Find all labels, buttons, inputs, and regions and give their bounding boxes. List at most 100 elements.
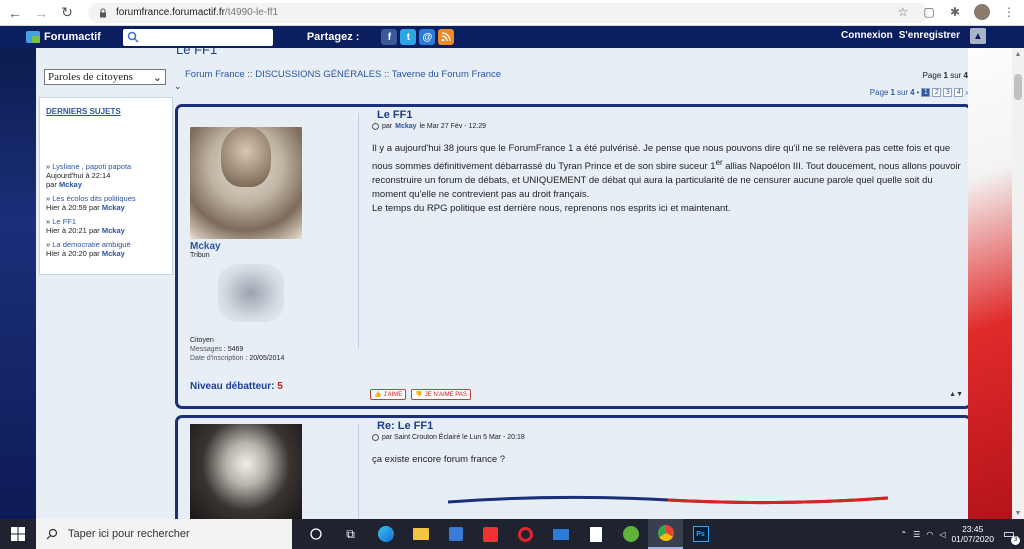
taskbar-search-input[interactable]: Taper ici pour rechercher bbox=[36, 519, 292, 549]
mail-glyph bbox=[552, 528, 569, 540]
user-group: Citoyen bbox=[190, 337, 214, 344]
login-link[interactable]: Connexion bbox=[841, 30, 893, 41]
post-title[interactable]: Re: Le FF1 bbox=[377, 420, 433, 432]
forward-icon[interactable]: → bbox=[30, 2, 52, 24]
user-stats: Citoyen Messages : 5469 Date d'inscripti… bbox=[190, 336, 356, 363]
mail-icon[interactable] bbox=[543, 519, 578, 549]
meta-text: par Saint Crouton Éclairé le Lun 5 Mar -… bbox=[382, 434, 525, 441]
register-link[interactable]: S'enregistrer bbox=[899, 30, 960, 41]
page-button[interactable]: 2 bbox=[932, 88, 942, 97]
twitter-icon[interactable]: t bbox=[400, 29, 417, 45]
topic-user[interactable]: Mckay bbox=[102, 226, 125, 235]
messages-label: Messages bbox=[190, 346, 222, 353]
scroll-top-icon[interactable]: ▲ bbox=[970, 28, 986, 44]
notification-center-icon[interactable]: ▭ 3 bbox=[1000, 525, 1020, 545]
menu-dots-icon[interactable]: ⋮ bbox=[1002, 5, 1016, 19]
dislike-label: JE N'AIME PAS bbox=[424, 391, 467, 398]
clock-date: 01/07/2020 bbox=[951, 534, 994, 544]
bookmark-star-icon[interactable]: ☆ bbox=[896, 5, 910, 19]
post-title[interactable]: Le FF1 bbox=[377, 109, 412, 121]
total-pages: 4 bbox=[910, 88, 915, 97]
edge-icon[interactable] bbox=[368, 519, 403, 549]
topic-link[interactable]: La démocratie ambiguë bbox=[52, 240, 130, 249]
latest-topics-title[interactable]: DERNIERS SUJETS bbox=[46, 107, 172, 116]
document-icon[interactable] bbox=[578, 519, 613, 549]
breadcrumb-category[interactable]: DISCUSSIONS GÉNÉRALES bbox=[255, 69, 381, 80]
latest-topic-item: » Lysliane , papoti papota Aujourd'hui à… bbox=[46, 162, 132, 189]
notification-count: 3 bbox=[1011, 536, 1020, 545]
topic-link[interactable]: Le FF1 bbox=[52, 217, 76, 226]
forum-select[interactable]: Paroles de citoyens ⌄ bbox=[44, 69, 166, 85]
post-author[interactable]: Mckay bbox=[190, 241, 356, 252]
lock-icon bbox=[100, 8, 106, 17]
toolbar-search-input[interactable] bbox=[122, 28, 273, 46]
avatar-face bbox=[221, 127, 271, 187]
extension-icon[interactable]: ▢ bbox=[922, 5, 936, 19]
clock-icon bbox=[372, 123, 379, 130]
file-explorer-icon[interactable] bbox=[403, 519, 438, 549]
profile-avatar[interactable] bbox=[974, 4, 990, 20]
facebook-icon[interactable]: f bbox=[381, 29, 398, 45]
topic-user[interactable]: Mckay bbox=[59, 180, 82, 189]
chrome-icon[interactable] bbox=[648, 519, 683, 549]
dislike-button[interactable]: 👎 JE N'AIME PAS bbox=[411, 389, 471, 400]
wifi-icon[interactable]: ◠ bbox=[926, 530, 933, 539]
breadcrumb: Forum France :: DISCUSSIONS GÉNÉRALES ::… bbox=[185, 69, 501, 80]
breadcrumb-sep: :: bbox=[247, 69, 253, 80]
topic-user[interactable]: Mckay bbox=[102, 203, 125, 212]
forumactif-logo[interactable]: Forumactif bbox=[26, 31, 101, 43]
store-icon[interactable] bbox=[438, 519, 473, 549]
pagination: Page 1 sur 4 • 1 2 3 4 › bbox=[869, 88, 968, 97]
email-icon[interactable]: @ bbox=[419, 29, 436, 45]
reactions: 👍 J'AIME 👎 JE N'AIME PAS bbox=[370, 389, 471, 400]
topic-user[interactable]: Mckay bbox=[102, 249, 125, 258]
collapse-chevron-icon[interactable]: ⌄ bbox=[174, 81, 182, 92]
task-view-icon[interactable]: ⧉ bbox=[333, 519, 368, 549]
search-icon bbox=[127, 31, 139, 43]
user-avatar[interactable] bbox=[190, 424, 302, 519]
url-path: /t4990-le-ff1 bbox=[224, 7, 279, 18]
user-avatar[interactable] bbox=[190, 127, 302, 239]
address-bar[interactable]: forumfrance.forumactif.fr/t4990-le-ff1 bbox=[88, 2, 928, 23]
page-indicator: Page 1 sur 4 bbox=[923, 71, 968, 80]
topic-link[interactable]: Lysliane , papoti papota bbox=[52, 162, 131, 171]
scroll-down-icon[interactable]: ▼ bbox=[1012, 507, 1024, 519]
rss-glyph bbox=[442, 32, 452, 42]
reload-icon[interactable]: ↻ bbox=[56, 2, 78, 24]
search-icon bbox=[46, 528, 58, 540]
gift-app-icon[interactable] bbox=[473, 519, 508, 549]
breadcrumb-forum[interactable]: Forum France bbox=[185, 69, 245, 80]
show-hidden-icons-icon[interactable]: ⌃ bbox=[900, 530, 907, 539]
page-button[interactable]: 3 bbox=[943, 88, 953, 97]
meta-user[interactable]: Mckay bbox=[395, 123, 416, 130]
puzzle-icon[interactable]: ✱ bbox=[948, 5, 962, 19]
next-page-button[interactable]: › bbox=[965, 88, 968, 97]
rank-image bbox=[218, 264, 284, 322]
volume-icon[interactable]: ◁ bbox=[939, 530, 945, 539]
browser-toolbar: ← → ↻ forumfrance.forumactif.fr/t4990-le… bbox=[0, 0, 1024, 26]
opera-icon[interactable] bbox=[508, 519, 543, 549]
page-button[interactable]: 1 bbox=[921, 88, 931, 97]
page-button[interactable]: 4 bbox=[954, 88, 964, 97]
cortana-glyph bbox=[309, 528, 322, 540]
windows-start-icon[interactable] bbox=[0, 519, 36, 549]
photoshop-icon[interactable]: Ps bbox=[683, 519, 718, 549]
cortana-icon[interactable] bbox=[298, 519, 333, 549]
topic-link[interactable]: Les écolos dits politiques bbox=[52, 194, 135, 203]
rss-icon[interactable] bbox=[438, 29, 455, 45]
of-label: sur bbox=[896, 88, 909, 97]
page-label[interactable]: Page bbox=[870, 88, 889, 97]
breadcrumb-subforum[interactable]: Taverne du Forum France bbox=[392, 69, 501, 80]
up-down-arrows-icon[interactable]: ▲▼ bbox=[949, 391, 963, 398]
scroll-up-icon[interactable]: ▲ bbox=[1012, 48, 1024, 60]
chrome-glyph bbox=[657, 525, 674, 541]
post: Re: Le FF1 par Saint Crouton Éclairé le … bbox=[175, 415, 968, 519]
debater-level-label: Niveau débatteur: bbox=[190, 381, 275, 392]
utorrent-icon[interactable] bbox=[613, 519, 648, 549]
page-scrollbar[interactable]: ▲ ▼ bbox=[1012, 48, 1024, 519]
network-icon[interactable]: ☰ bbox=[913, 530, 920, 539]
like-button[interactable]: 👍 J'AIME bbox=[370, 389, 407, 400]
back-icon[interactable]: ← bbox=[4, 2, 26, 24]
taskbar-clock[interactable]: 23:45 01/07/2020 bbox=[951, 524, 994, 544]
scrollbar-thumb[interactable] bbox=[1014, 74, 1022, 100]
